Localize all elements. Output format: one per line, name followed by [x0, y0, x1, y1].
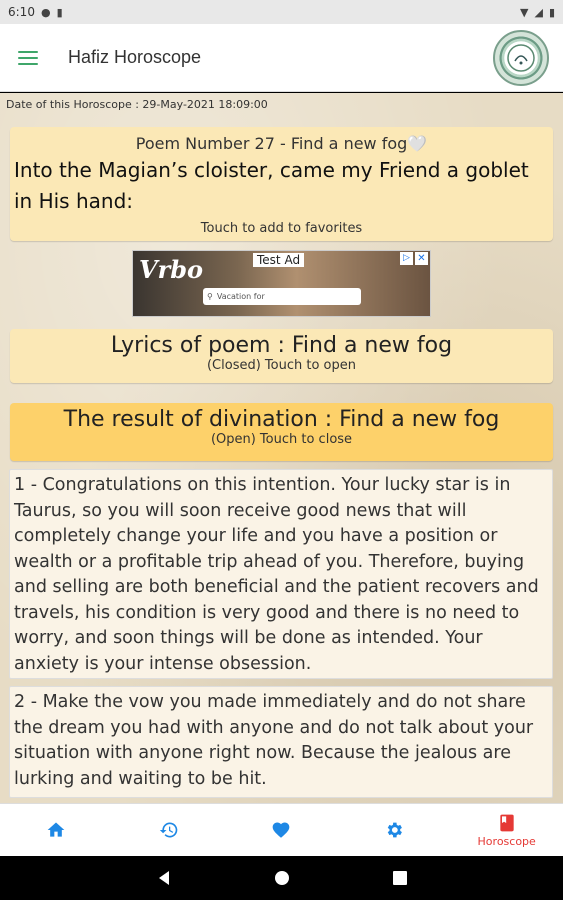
ad-search-box[interactable]: ⚲ Vacation for — [203, 288, 361, 305]
add-to-favorites-hint: Touch to add to favorites — [200, 221, 363, 236]
app-bar: Hafiz Horoscope — [0, 24, 563, 92]
sd-card-icon: ▮ — [56, 5, 63, 19]
menu-icon[interactable] — [18, 50, 38, 65]
home-circle-icon[interactable] — [273, 869, 291, 887]
notification-icon: ● — [40, 5, 51, 19]
lyrics-toggle-state: (Closed) Touch to open — [206, 358, 356, 373]
nav-label-horoscope: Horoscope — [477, 834, 536, 848]
search-icon: ⚲ — [207, 292, 213, 301]
nav-item-history[interactable] — [113, 804, 226, 856]
nav-item-horoscope[interactable]: Horoscope — [450, 804, 563, 856]
hafiz-logo-icon — [493, 30, 549, 86]
wifi-icon: ▼ — [520, 5, 529, 19]
horoscope-date: Date of this Horoscope : 29-May-2021 18:… — [6, 98, 268, 111]
ad-brand: Vrbo — [139, 255, 204, 284]
home-icon — [47, 822, 65, 837]
battery-icon: ▮ — [548, 5, 555, 19]
system-navigation-bar — [0, 856, 563, 900]
book-icon — [500, 814, 514, 831]
app-title: Hafiz Horoscope — [68, 47, 202, 67]
signal-icon: ◢ — [534, 5, 543, 19]
poem-number-title: Poem Number 27 - Find a new fog🤍 — [135, 134, 428, 153]
settings-icon — [387, 822, 402, 838]
nav-item-favorites[interactable] — [225, 804, 338, 856]
ad-banner[interactable]: Vrbo Test Ad ▷ ✕ ⚲ Vacation for — [132, 250, 431, 317]
ad-close-icon[interactable]: ✕ — [415, 252, 428, 265]
divination-result-title: The result of divination : Find a new fo… — [63, 407, 500, 432]
result-paragraph: 2 - Make the vow you made immediately an… — [9, 686, 553, 798]
ad-search-placeholder: Vacation for — [216, 292, 265, 301]
poem-first-line: Into the Magian’s cloister, came my Frie… — [14, 158, 529, 213]
nav-item-home[interactable] — [0, 804, 113, 856]
ad-label: Test Ad — [253, 253, 305, 267]
heart-icon — [273, 822, 290, 838]
poem-card[interactable]: Poem Number 27 - Find a new fog🤍 Into th… — [10, 127, 553, 241]
nav-item-settings[interactable] — [338, 804, 451, 856]
status-bar: 6:10 ● ▮ ▼ ◢ ▮ — [0, 0, 563, 24]
lyrics-title: Lyrics of poem : Find a new fog — [110, 333, 453, 358]
bottom-navigation: Horoscope — [0, 803, 563, 856]
result-paragraph: 1 - Congratulations on this intention. Y… — [9, 469, 553, 679]
recents-icon[interactable] — [391, 869, 409, 887]
divination-toggle-state: (Open) Touch to close — [210, 432, 353, 447]
main-content[interactable]: Date of this Horoscope : 29-May-2021 18:… — [0, 93, 563, 803]
lyrics-card[interactable]: Lyrics of poem : Find a new fog (Closed)… — [10, 329, 553, 383]
history-icon — [159, 822, 178, 838]
status-time: 6:10 — [8, 5, 35, 19]
back-icon[interactable] — [155, 869, 173, 887]
divination-result-card[interactable]: The result of divination : Find a new fo… — [10, 403, 553, 461]
ad-info-icon[interactable]: ▷ — [400, 252, 413, 265]
